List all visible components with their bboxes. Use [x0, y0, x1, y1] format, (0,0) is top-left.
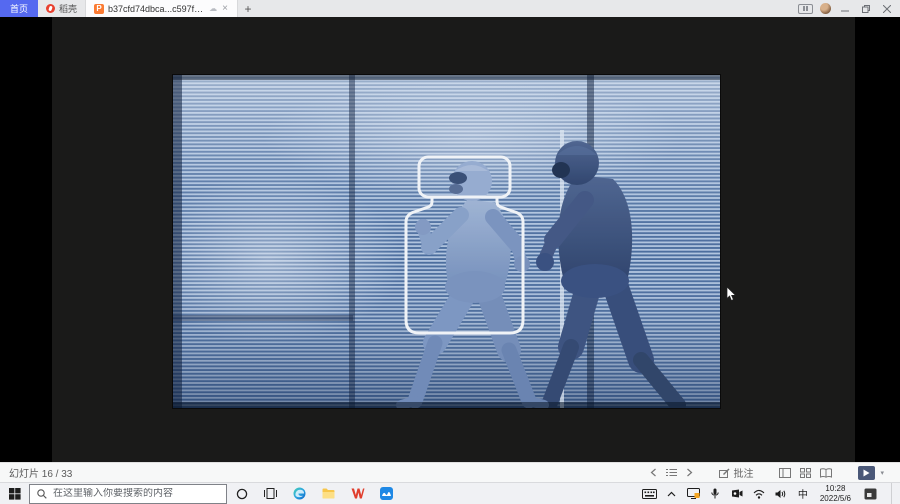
- home-tab-button[interactable]: 首页: [0, 0, 38, 17]
- play-slideshow-button[interactable]: [858, 466, 875, 480]
- start-button[interactable]: [0, 483, 29, 504]
- taskbar-search[interactable]: [29, 484, 227, 504]
- docer-icon: [46, 4, 55, 13]
- window-layout-icon[interactable]: [798, 4, 813, 14]
- clock-date: 2022/5/6: [820, 494, 851, 503]
- file-explorer-icon[interactable]: [314, 483, 343, 504]
- pen-icon: [719, 468, 730, 478]
- normal-view-button[interactable]: [779, 468, 791, 478]
- close-button[interactable]: [880, 1, 894, 17]
- speaker-icon[interactable]: [773, 483, 790, 504]
- tab-close-icon[interactable]: ×: [221, 3, 229, 14]
- system-tray: 中 10:28 2022/5/6: [641, 483, 900, 504]
- cloud-sync-icon: ☁: [209, 4, 217, 13]
- tab-docer[interactable]: 稻壳: [38, 0, 86, 17]
- search-icon: [37, 489, 47, 499]
- previous-slide-button[interactable]: [650, 468, 657, 477]
- show-desktop-button[interactable]: [891, 483, 896, 504]
- network-signal-icon[interactable]: [751, 483, 768, 504]
- annotate-label: 批注: [733, 465, 753, 480]
- windows-logo-icon: [9, 488, 21, 500]
- taskbar-clock[interactable]: 10:28 2022/5/6: [816, 484, 855, 502]
- annotate-button[interactable]: 批注: [719, 465, 753, 480]
- hidden-icons-chevron[interactable]: [663, 483, 680, 504]
- microphone-icon[interactable]: [707, 483, 724, 504]
- tab-document[interactable]: P b37cfd74dbca...c597f514f932 ☁ ×: [86, 0, 238, 17]
- display-notification-icon[interactable]: [685, 483, 702, 504]
- slide-list-button[interactable]: [666, 468, 677, 477]
- reading-view-button[interactable]: [820, 468, 832, 478]
- presentation-file-icon: P: [94, 4, 104, 14]
- windows-taskbar: 中 10:28 2022/5/6: [0, 482, 900, 504]
- tab-docer-label: 稻壳: [59, 2, 77, 15]
- slide-photo: [173, 75, 720, 408]
- play-icon: [863, 469, 870, 477]
- restore-button[interactable]: [859, 1, 873, 17]
- edge-browser-icon[interactable]: [285, 483, 314, 504]
- tab-document-title: b37cfd74dbca...c597f514f932: [108, 4, 205, 14]
- search-input[interactable]: [53, 488, 219, 499]
- minimize-button[interactable]: [838, 1, 852, 17]
- new-tab-button[interactable]: +: [238, 0, 258, 17]
- touch-keyboard-icon[interactable]: [641, 483, 658, 504]
- action-center-icon[interactable]: [860, 483, 880, 504]
- camera-icon[interactable]: [729, 483, 746, 504]
- user-avatar[interactable]: [820, 3, 831, 14]
- wps-office-icon[interactable]: [343, 483, 372, 504]
- slide-counter: 幻灯片 16 / 33: [0, 465, 72, 480]
- wps-tab-bar: 首页 稻壳 P b37cfd74dbca...c597f514f932 ☁ × …: [0, 0, 900, 17]
- clock-time: 10:28: [825, 484, 845, 493]
- next-slide-button[interactable]: [686, 468, 693, 477]
- desktop-black-area: [0, 17, 900, 462]
- input-method-indicator[interactable]: 中: [795, 486, 811, 501]
- blue-cloud-app-icon[interactable]: [372, 483, 401, 504]
- play-options-caret[interactable]: ▾: [880, 469, 884, 477]
- slideshow-stage[interactable]: [52, 17, 855, 462]
- tabbar-spacer: [258, 0, 798, 17]
- slide-sorter-button[interactable]: [800, 468, 811, 478]
- cortana-button[interactable]: [227, 483, 256, 504]
- task-view-button[interactable]: [256, 483, 285, 504]
- mouse-cursor: [726, 287, 736, 302]
- slideshow-status-bar: 幻灯片 16 / 33 批注 ▾: [0, 462, 900, 482]
